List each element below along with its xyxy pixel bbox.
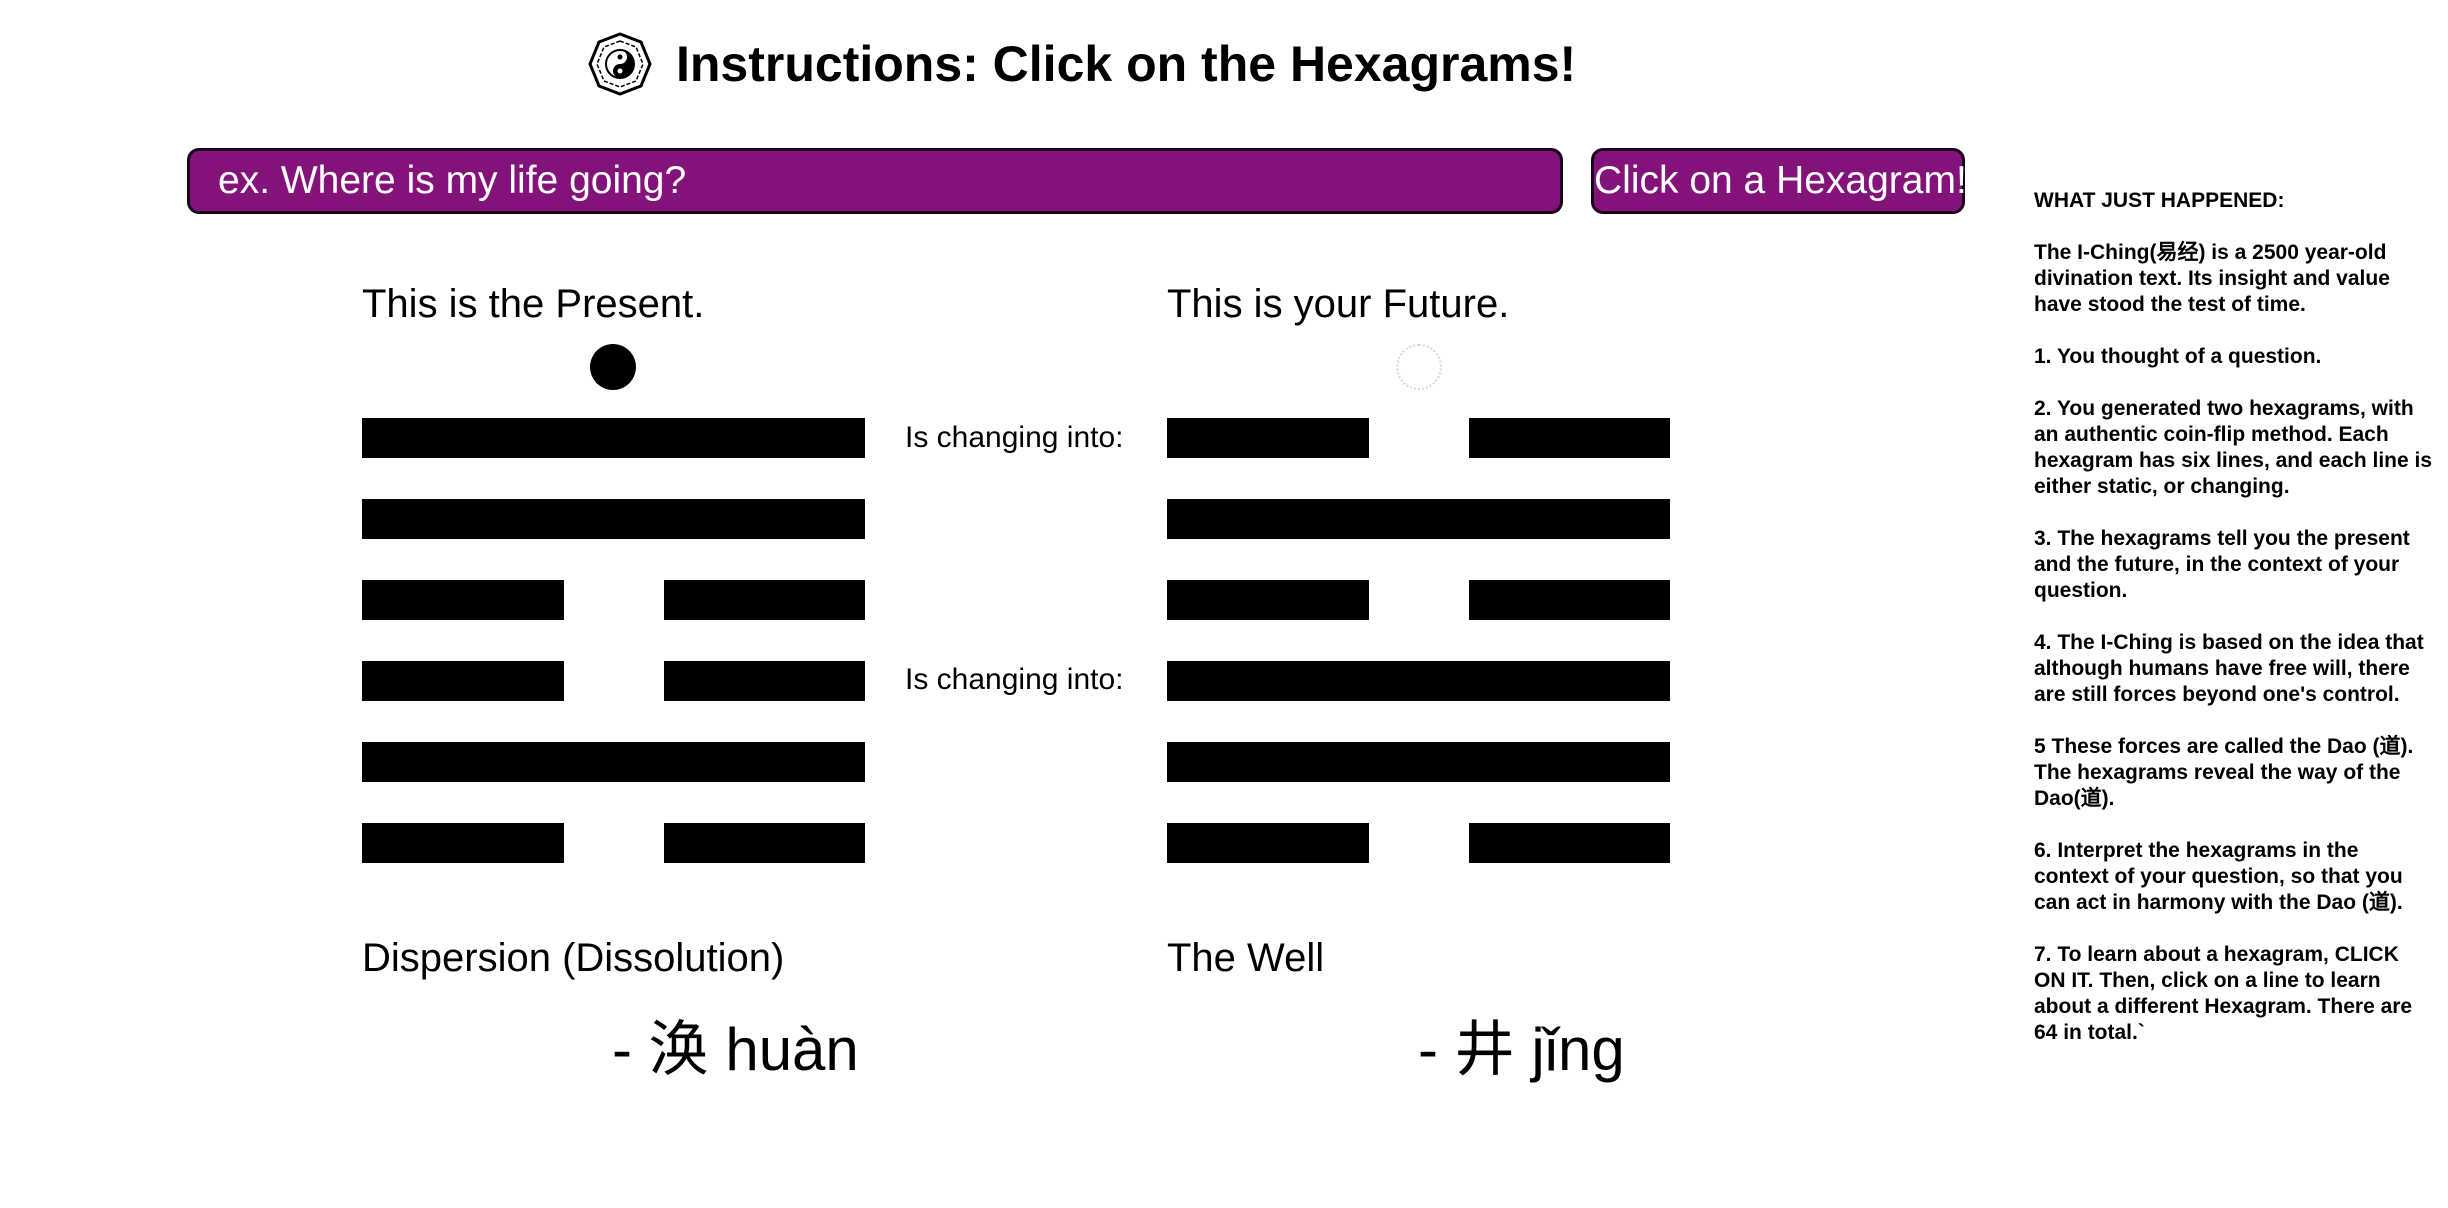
bagua-yin-yang-icon-svg: [588, 32, 652, 96]
broken-line[interactable]: [1167, 418, 1670, 458]
future-hexagram-chinese: - 井 jǐng: [1418, 1016, 1625, 1083]
question-input[interactable]: [187, 148, 1563, 214]
future-caption: This is your Future.: [1167, 282, 1510, 326]
line-segment: [1468, 823, 1670, 863]
sidebar-paragraph: 3. The hexagrams tell you the present an…: [2034, 527, 2410, 602]
line-segment: [362, 823, 564, 863]
solid-line[interactable]: [362, 742, 865, 782]
sidebar-paragraph: 2. You generated two hexagrams, with an …: [2034, 397, 2433, 498]
line-segment: [1167, 418, 1369, 458]
present-hexagram[interactable]: [362, 418, 865, 868]
sidebar-paragraph: 6. Interpret the hexagrams in the contex…: [2034, 839, 2403, 914]
broken-line[interactable]: [362, 823, 865, 863]
changing-label: Is changing into:: [905, 663, 1124, 696]
changing-line-marker: [590, 344, 636, 390]
sidebar-explanation: WHAT JUST HAPPENED: The I-Ching(易经) is a…: [2034, 188, 2434, 1072]
line-segment: [1167, 499, 1670, 539]
sidebar-paragraph: 7. To learn about a hexagram, CLICK ON I…: [2034, 943, 2413, 1044]
sidebar-paragraph: 4. The I-Ching is based on the idea that…: [2034, 631, 2424, 706]
line-segment: [1167, 580, 1369, 620]
sidebar-paragraph: 5 These forces are called the Dao (道). T…: [2034, 735, 2414, 810]
line-segment: [663, 823, 865, 863]
line-segment: [1167, 661, 1670, 701]
sidebar-heading: WHAT JUST HAPPENED:: [2034, 189, 2285, 212]
future-hexagram-name: The Well: [1167, 936, 1325, 980]
bagua-yin-yang-icon: [588, 32, 652, 96]
broken-line[interactable]: [362, 661, 865, 701]
solid-line[interactable]: [1167, 499, 1670, 539]
present-hexagram-chinese: - 涣 huàn: [612, 1016, 859, 1083]
changing-label: Is changing into:: [905, 421, 1124, 454]
sidebar-paragraph: The I-Ching(易经) is a 2500 year-old divin…: [2034, 241, 2390, 316]
page-title: Instructions: Click on the Hexagrams!: [676, 36, 1577, 92]
line-segment: [1167, 823, 1369, 863]
broken-line[interactable]: [362, 580, 865, 620]
solid-line[interactable]: [362, 418, 865, 458]
solid-line[interactable]: [1167, 661, 1670, 701]
present-caption: This is the Present.: [362, 282, 705, 326]
sidebar-paragraph: 1. You thought of a question.: [2034, 345, 2322, 368]
line-segment: [663, 580, 865, 620]
static-line-marker: [1396, 344, 1442, 390]
future-hexagram[interactable]: [1167, 418, 1670, 868]
line-segment: [362, 661, 564, 701]
line-segment: [362, 580, 564, 620]
line-segment: [362, 418, 865, 458]
broken-line[interactable]: [1167, 823, 1670, 863]
line-segment: [362, 742, 865, 782]
click-hexagram-button[interactable]: Click on a Hexagram!: [1591, 148, 1967, 214]
line-segment: [663, 661, 865, 701]
broken-line[interactable]: [1167, 580, 1670, 620]
solid-line[interactable]: [362, 499, 865, 539]
present-hexagram-name: Dispersion (Dissolution): [362, 936, 785, 980]
line-segment: [1167, 742, 1670, 782]
line-segment: [1468, 418, 1670, 458]
line-segment: [1468, 580, 1670, 620]
line-segment: [362, 499, 865, 539]
solid-line[interactable]: [1167, 742, 1670, 782]
